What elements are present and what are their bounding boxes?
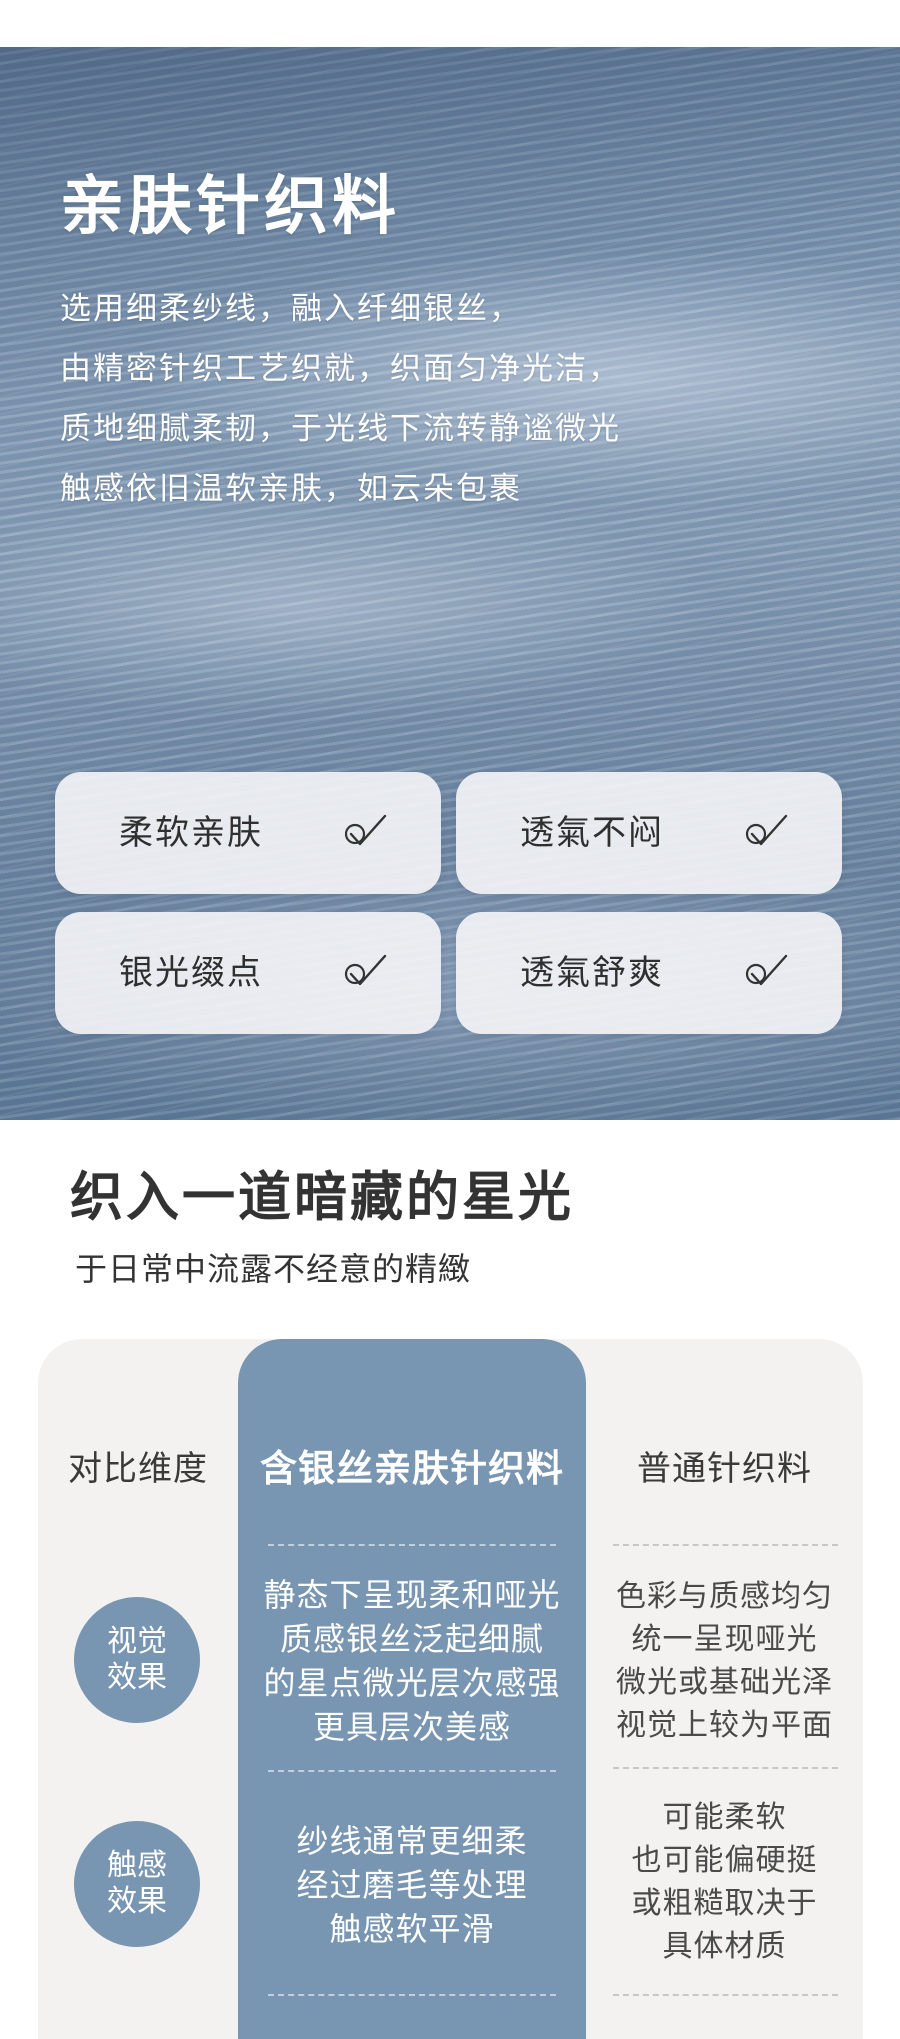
feature-card-silver: 银光缀点 — [55, 912, 441, 1034]
feature-card-fresh: 透氣舒爽 — [456, 912, 842, 1034]
section-title: 织入一道暗藏的星光 — [70, 1167, 574, 1228]
header-dimension: 对比维度 — [68, 1449, 208, 1489]
cell-line: 更具层次美感 — [312, 1708, 511, 1746]
cell-silver-touch: 纱线通常更细柔 经过磨毛等处理 触感软平滑 — [238, 1785, 586, 1985]
cell-normal-visual: 色彩与质感均匀 统一呈现哑光 微光或基础光泽 视觉上较为平面 — [586, 1561, 863, 1761]
section-subtitle: 于日常中流露不经意的精緻 — [75, 1250, 472, 1288]
hero-description: 选用细柔纱线，融入纤细银丝， 由精密针织工艺织就，织面匀净光洁， 质地细腻柔韧，… — [60, 279, 621, 519]
check-icon — [745, 954, 788, 986]
cell-line: 具体材质 — [662, 1929, 787, 1964]
dimension-text: 效果 — [107, 1660, 167, 1695]
row-divider — [268, 1544, 556, 1546]
dimension-badge-visual: 视觉 效果 — [74, 1597, 200, 1723]
dimension-text: 效果 — [107, 1884, 167, 1919]
dimension-text: 触感 — [107, 1848, 167, 1883]
row-divider — [613, 1544, 838, 1546]
hero-line: 选用细柔纱线，融入纤细银丝， — [60, 291, 522, 327]
check-icon — [344, 954, 387, 986]
row-divider — [613, 1994, 838, 1996]
feature-label: 透氣舒爽 — [520, 953, 664, 993]
feature-card-soft: 柔软亲肤 — [55, 772, 441, 894]
cell-line: 质感银丝泛起细腻 — [279, 1620, 544, 1658]
cell-line: 微光或基础光泽 — [616, 1665, 833, 1700]
dimension-text: 视觉 — [107, 1624, 167, 1659]
row-divider — [268, 1770, 556, 1772]
cell-line: 色彩与质感均匀 — [616, 1579, 833, 1614]
dimension-badge-touch: 触感 效果 — [74, 1821, 200, 1947]
header-silver-knit: 含银丝亲肤针织料 — [260, 1447, 564, 1490]
row-divider — [268, 1994, 556, 1996]
row-divider — [613, 1767, 838, 1769]
feature-label: 柔软亲肤 — [119, 813, 263, 853]
fabric-hero-image: 亲肤针织料 选用细柔纱线，融入纤细银丝， 由精密针织工艺织就，织面匀净光洁， 质… — [0, 47, 900, 1120]
hero-line: 由精密针织工艺织就，织面匀净光洁， — [60, 351, 621, 387]
cell-line: 或粗糙取决于 — [631, 1886, 818, 1921]
cell-normal-touch: 可能柔软 也可能偏硬挺 或粗糙取决于 具体材质 — [586, 1782, 863, 1982]
cell-line: 视觉上较为平面 — [616, 1708, 833, 1743]
cell-line: 触感软平滑 — [329, 1910, 495, 1948]
hero-title: 亲肤针织料 — [60, 170, 400, 244]
cell-line: 静态下呈现柔和哑光 — [263, 1576, 561, 1614]
hero-line: 触感依旧温软亲肤，如云朵包裹 — [60, 471, 522, 507]
cell-line: 也可能偏硬挺 — [631, 1843, 818, 1878]
cell-line: 经过磨毛等处理 — [296, 1866, 528, 1904]
feature-label: 银光缀点 — [119, 953, 263, 993]
hero-line: 质地细腻柔韧，于光线下流转静谧微光 — [60, 411, 621, 447]
cell-line: 统一呈现哑光 — [631, 1622, 818, 1657]
feature-card-breathable: 透氣不闷 — [456, 772, 842, 894]
check-icon — [745, 814, 788, 846]
cell-line: 可能柔软 — [662, 1800, 787, 1835]
comparison-table: 对比维度 含银丝亲肤针织料 普通针织料 视觉 效果 静态下呈现柔和哑光 质感银丝… — [38, 1339, 863, 2039]
header-normal-knit: 普通针织料 — [637, 1449, 812, 1489]
cell-line: 的星点微光层次感强 — [263, 1664, 561, 1702]
feature-label: 透氣不闷 — [520, 813, 664, 853]
cell-silver-visual: 静态下呈现柔和哑光 质感银丝泛起细腻 的星点微光层次感强 更具层次美感 — [238, 1561, 586, 1761]
check-icon — [344, 814, 387, 846]
cell-line: 纱线通常更细柔 — [296, 1822, 528, 1860]
